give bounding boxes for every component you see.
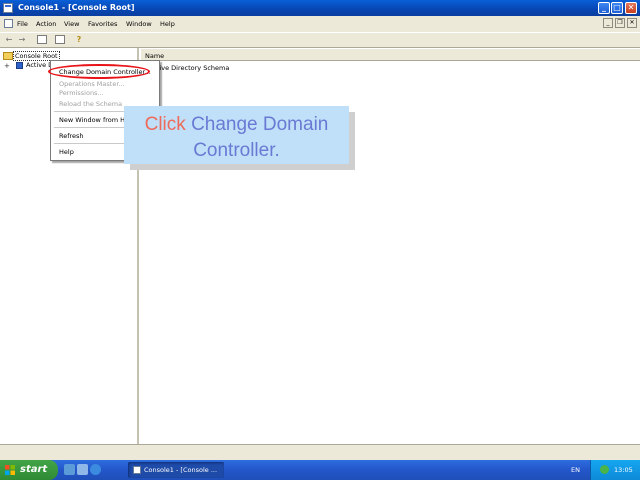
menu-item-reload-schema: Reload the Schema [59,100,123,108]
language-indicator[interactable]: EN [571,466,580,474]
menu-item-operations-master: Operations Master... [59,80,125,88]
help-icon[interactable]: ? [73,34,85,45]
menu-item-help[interactable]: Help [59,148,74,156]
document-icon[interactable] [4,19,13,28]
forward-arrow-icon[interactable]: → [16,34,28,45]
show-desktop-icon[interactable] [64,464,75,475]
menu-action[interactable]: Action [36,20,56,28]
menu-item-refresh[interactable]: Refresh [59,132,84,140]
callout-text: Click Change Domain Controller. [124,112,349,164]
minimize-button[interactable]: _ [598,2,610,14]
mmc-console-icon[interactable] [3,3,13,13]
menu-help[interactable]: Help [160,20,175,28]
expand-icon[interactable]: + [4,62,10,70]
menu-favorites[interactable]: Favorites [88,20,117,28]
menu-item-permissions: Permissions... [59,89,104,97]
status-bar [0,444,640,460]
network-icon[interactable] [600,465,609,474]
maximize-button[interactable]: □ [611,2,623,14]
window-title: Console1 - [Console Root] [18,3,135,12]
callout-action: Click [144,114,186,135]
taskbar-button-label: Console1 - [Console ... [144,466,218,474]
column-header[interactable] [141,49,640,61]
mdi-minimize-button[interactable]: _ [603,18,613,28]
menu-window[interactable]: Window [126,20,152,28]
column-header-name[interactable]: Name [145,52,164,60]
show-hide-tree-icon[interactable] [37,35,47,44]
clock[interactable]: 13:05 [614,466,633,474]
back-arrow-icon[interactable]: ← [3,34,15,45]
mdi-restore-button[interactable]: ❐ [615,18,625,28]
menu-view[interactable]: View [64,20,79,28]
callout-target-line2: Controller. [193,140,280,161]
internet-explorer-icon[interactable] [90,464,101,475]
toolbar [0,32,640,48]
list-item[interactable]: Active Directory Schema [149,64,229,72]
close-button[interactable]: ✕ [625,2,637,14]
mmc-console-icon [133,466,141,474]
folder-icon [3,52,13,60]
schema-snapin-icon [16,62,23,69]
callout-target-line1: Change Domain [191,114,329,135]
menu-file[interactable]: File [17,20,28,28]
highlight-ring [48,64,150,79]
export-list-icon[interactable] [55,35,65,44]
mdi-close-button[interactable]: ✕ [627,18,637,28]
windows-flag-icon [5,465,15,475]
explorer-icon[interactable] [77,464,88,475]
